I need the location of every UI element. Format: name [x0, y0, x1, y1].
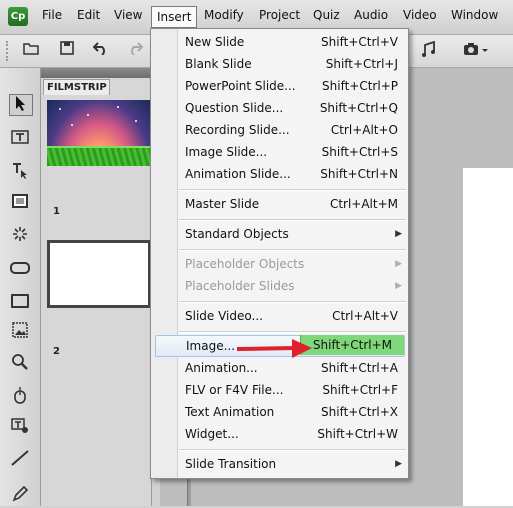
- object-toolbar: [0, 68, 41, 506]
- click-box-icon[interactable]: [9, 226, 31, 246]
- menu-view[interactable]: View: [114, 8, 142, 22]
- panel-collapse-bar[interactable]: [41, 68, 151, 78]
- pencil-icon[interactable]: [9, 485, 31, 506]
- toolbar-grip: [6, 41, 10, 61]
- slide-thumbnail-2[interactable]: [47, 240, 151, 308]
- save-icon[interactable]: [57, 41, 77, 59]
- menu-edit[interactable]: Edit: [77, 8, 100, 22]
- menu-video[interactable]: Video: [403, 8, 437, 22]
- slide-number-1: 1: [53, 206, 60, 217]
- audio-icon[interactable]: [419, 40, 439, 59]
- image-tool-icon[interactable]: [9, 322, 31, 342]
- mouse-icon[interactable]: [9, 386, 31, 406]
- slide-number-2: 2: [53, 346, 60, 357]
- filmstrip-tab[interactable]: FILMSTRIP: [43, 79, 110, 95]
- text-caption-icon[interactable]: [9, 130, 31, 150]
- slide-canvas[interactable]: [463, 168, 513, 506]
- grass-graphic: [47, 146, 151, 166]
- undo-icon[interactable]: [91, 41, 111, 59]
- menu-quiz[interactable]: Quiz: [313, 8, 340, 22]
- text-entry-box-icon[interactable]: [9, 290, 31, 310]
- annotation-arrow-icon: [236, 339, 312, 358]
- menu-window[interactable]: Window: [451, 8, 498, 22]
- text-animation-icon[interactable]: [9, 418, 31, 438]
- menu-modify[interactable]: Modify: [204, 8, 244, 22]
- insert-menu-dropdown: New Slide Shift+Ctrl+V Blank Slide Shift+C…: [150, 28, 409, 479]
- open-folder-icon[interactable]: [21, 41, 41, 59]
- selection-tool-icon[interactable]: [9, 94, 33, 116]
- camera-dropdown-icon[interactable]: [462, 41, 490, 59]
- rollover-caption-icon[interactable]: [9, 162, 31, 182]
- highlight-box-icon[interactable]: [9, 194, 31, 214]
- slide-thumbnail-1[interactable]: [47, 100, 151, 166]
- menu-file[interactable]: File: [42, 8, 62, 22]
- menu-insert[interactable]: Insert: [151, 6, 198, 28]
- line-tool-icon[interactable]: [9, 450, 31, 470]
- redo-icon[interactable]: [125, 41, 145, 59]
- menu-audio[interactable]: Audio: [354, 8, 388, 22]
- zoom-area-icon[interactable]: [9, 354, 31, 374]
- menu-project[interactable]: Project: [259, 8, 300, 22]
- filmstrip-panel: FILMSTRIP 1 2: [41, 68, 152, 506]
- app-logo: Cp: [8, 7, 28, 26]
- button-tool-icon[interactable]: [9, 258, 31, 278]
